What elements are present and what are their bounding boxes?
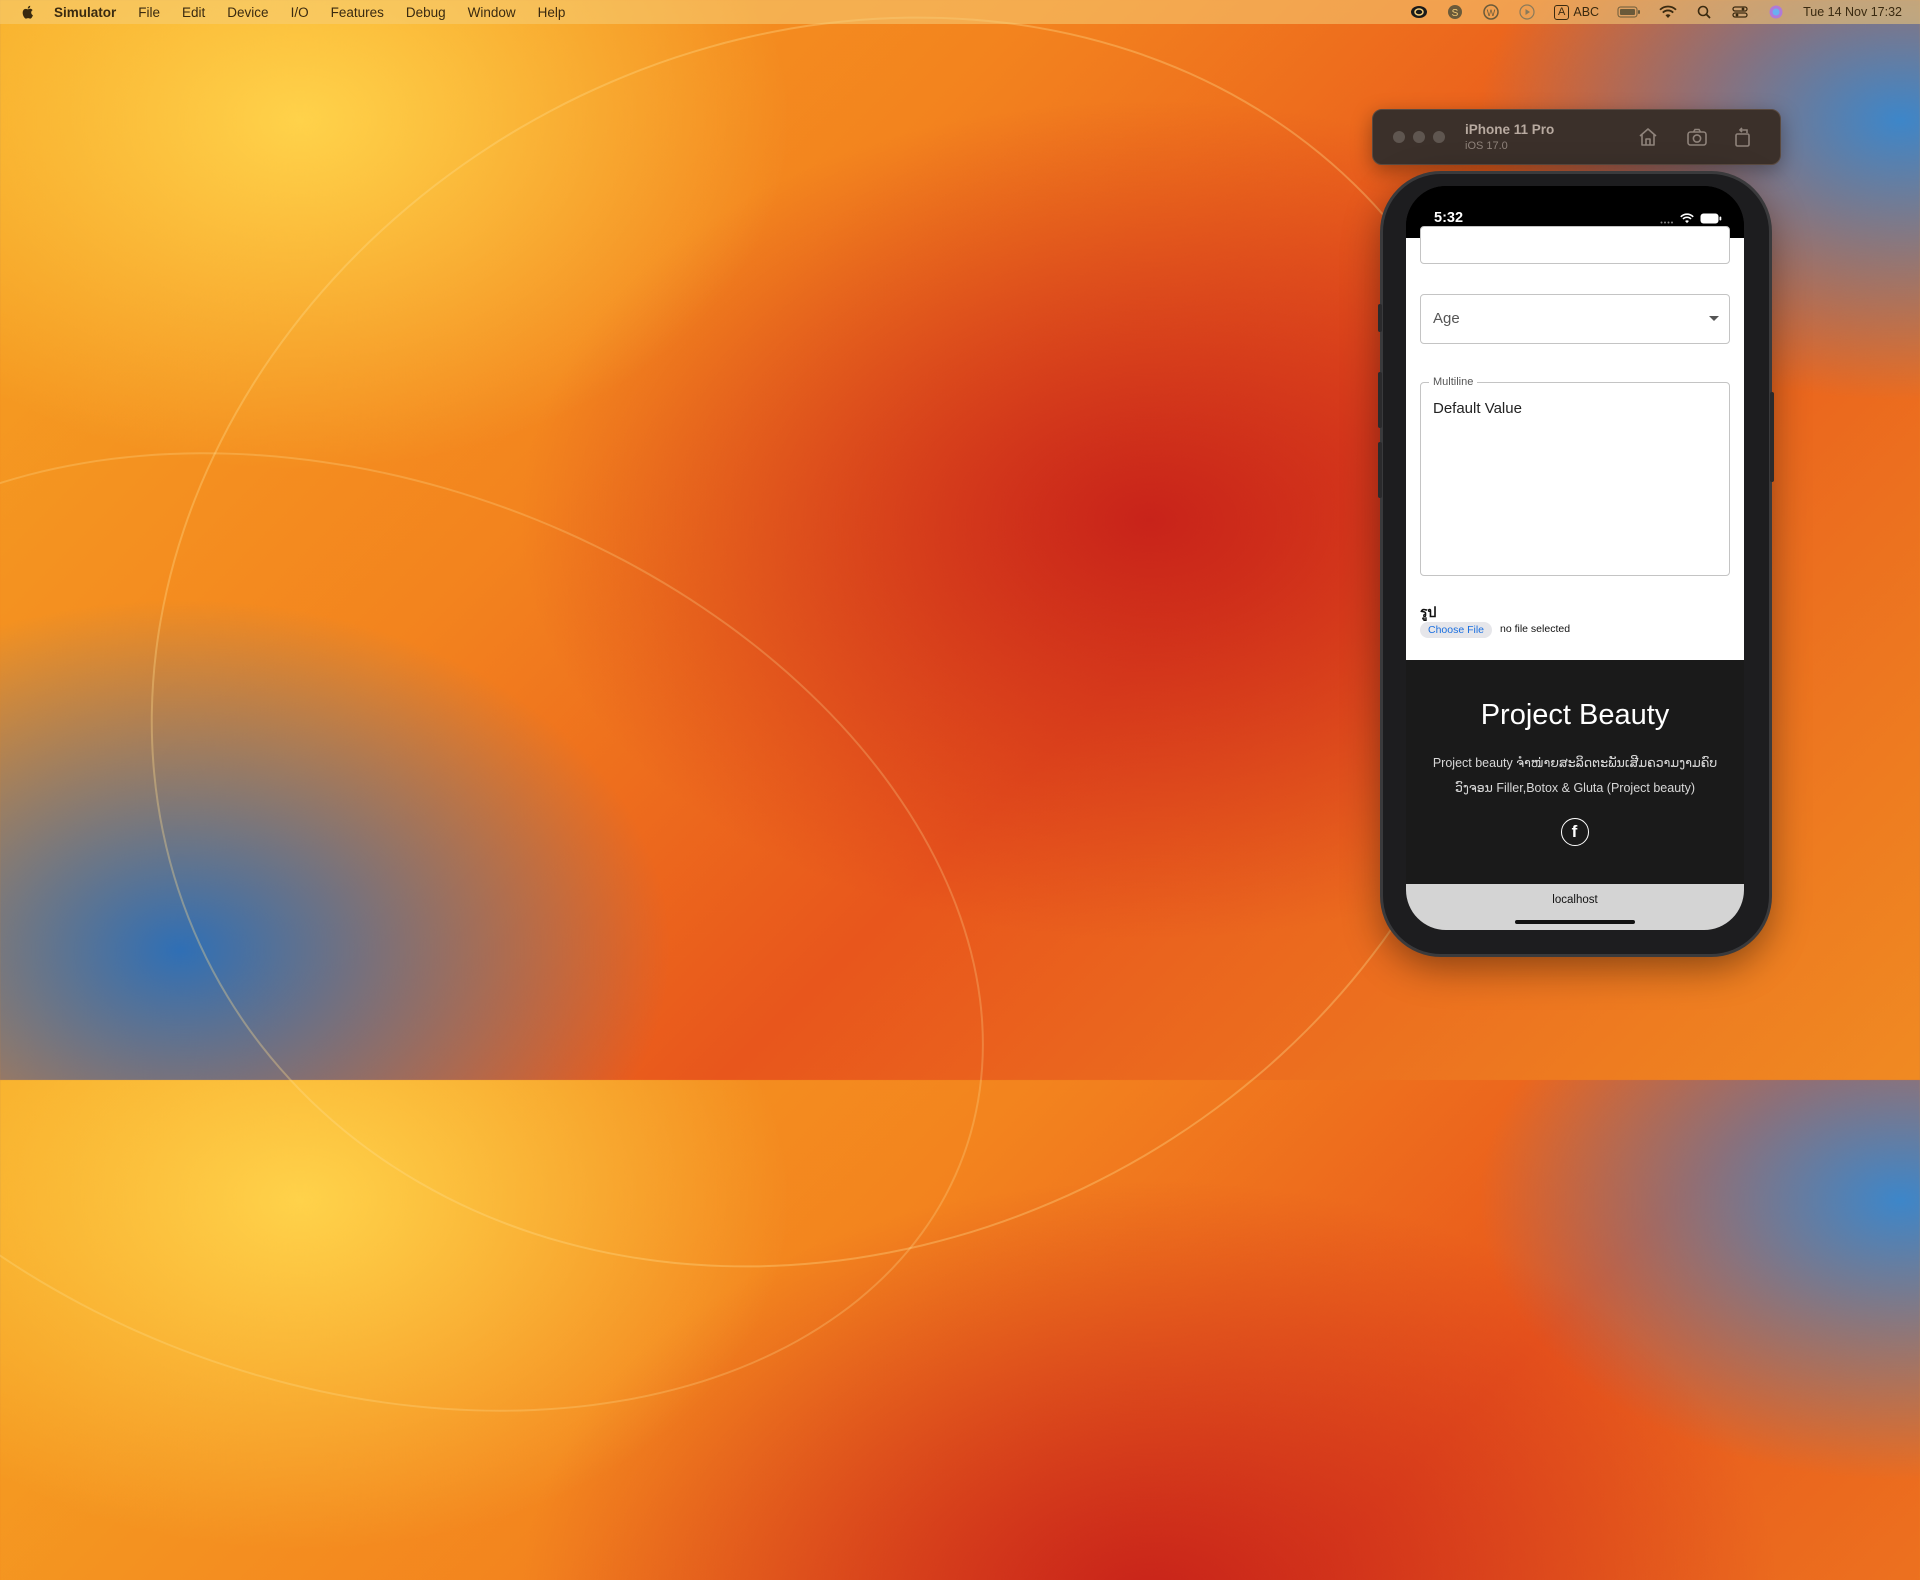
footer-brand-title: Project Beauty: [1480, 699, 1670, 731]
volume-down-button[interactable]: [1378, 442, 1382, 498]
window-zoom-button[interactable]: [1433, 131, 1445, 143]
input-source-icon[interactable]: A ABC: [1554, 4, 1599, 20]
window-close-button[interactable]: [1393, 131, 1405, 143]
choose-file-button[interactable]: Choose File: [1420, 622, 1492, 638]
wallpaper-curve: [0, 284, 1120, 1580]
siri-icon[interactable]: [1767, 4, 1785, 20]
text-field-partial[interactable]: [1420, 226, 1730, 264]
input-source-badge: A: [1554, 4, 1570, 20]
input-source-label: ABC: [1573, 5, 1600, 19]
file-upload-label: รูป: [1420, 604, 1437, 620]
web-content: Age Multiline Default Value รูป Choose F…: [1406, 226, 1744, 660]
app-menu-simulator[interactable]: Simulator: [54, 5, 116, 20]
window-minimize-button[interactable]: [1413, 131, 1425, 143]
site-footer: Project Beauty Project beauty ຈຳໜ່າຍສະລິ…: [1406, 660, 1744, 884]
multiline-label: Multiline: [1429, 376, 1478, 388]
dropdown-caret-icon: [1709, 316, 1719, 321]
multiline-value: Default Value: [1433, 400, 1522, 417]
skype-icon[interactable]: S: [1446, 4, 1464, 20]
svg-text:S: S: [1452, 8, 1459, 19]
wordpress-icon[interactable]: W: [1482, 4, 1500, 20]
control-center-icon[interactable]: [1731, 4, 1749, 20]
creative-cloud-icon[interactable]: [1410, 4, 1428, 20]
apple-icon[interactable]: [20, 4, 36, 20]
menu-io[interactable]: I/O: [291, 5, 309, 20]
menu-edit[interactable]: Edit: [182, 5, 205, 20]
menu-file[interactable]: File: [138, 5, 160, 20]
home-icon[interactable]: [1636, 125, 1660, 149]
status-time: 5:32: [1434, 210, 1464, 226]
menu-debug[interactable]: Debug: [406, 5, 446, 20]
footer-description: Project beauty ຈຳໜ່າຍສະລິດຕະພັນເສີມຄວາມງ…: [1432, 756, 1718, 795]
home-indicator[interactable]: [1515, 920, 1635, 924]
device-name: iPhone 11 Pro: [1465, 122, 1555, 137]
screenshot-icon[interactable]: [1685, 125, 1709, 149]
menu-features[interactable]: Features: [331, 5, 384, 20]
spotlight-search-icon[interactable]: [1695, 4, 1713, 20]
menubar-clock[interactable]: Tue 14 Nov 17:32: [1803, 5, 1902, 19]
file-status-text: no file selected: [1500, 623, 1571, 635]
rotate-icon[interactable]: [1731, 125, 1755, 149]
multiline-textarea[interactable]: Multiline Default Value: [1420, 376, 1730, 576]
safari-address-bar[interactable]: localhost: [1406, 884, 1744, 930]
iphone-frame: 5:32 Age Multiline Default Value รูป Cho…: [1378, 174, 1774, 954]
menu-bar: Simulator File Edit Device I/O Features …: [0, 0, 1920, 24]
svg-text:W: W: [1487, 8, 1496, 18]
menu-help[interactable]: Help: [538, 5, 566, 20]
address-url[interactable]: localhost: [1406, 894, 1744, 906]
play-icon[interactable]: [1518, 4, 1536, 20]
battery-icon[interactable]: [1617, 4, 1641, 20]
power-button[interactable]: [1770, 392, 1774, 482]
wifi-icon[interactable]: [1659, 4, 1677, 20]
age-select[interactable]: Age: [1420, 294, 1730, 344]
menu-device[interactable]: Device: [227, 5, 268, 20]
volume-up-button[interactable]: [1378, 372, 1382, 428]
menu-window[interactable]: Window: [468, 5, 516, 20]
ringer-switch[interactable]: [1378, 304, 1382, 332]
age-select-label: Age: [1433, 310, 1460, 327]
simulator-toolbar[interactable]: iPhone 11 Pro iOS 17.0: [1372, 109, 1781, 165]
facebook-icon[interactable]: f: [1561, 818, 1589, 846]
device-os-version: iOS 17.0: [1465, 140, 1508, 152]
phone-screen: 5:32 Age Multiline Default Value รูป Cho…: [1406, 186, 1744, 930]
